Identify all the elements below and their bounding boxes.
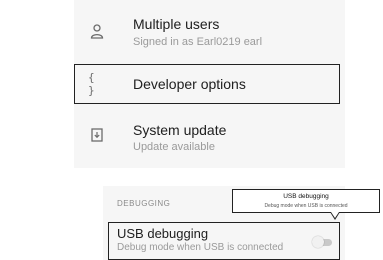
person-icon (88, 22, 106, 40)
system-update-icon (88, 126, 106, 144)
usb-debugging-subtitle: Debug mode when USB is connected (117, 242, 284, 253)
usb-debugging-title: USB debugging (117, 226, 209, 241)
developer-options-title: Developer options (133, 76, 246, 92)
multiple-users-title: Multiple users (133, 16, 220, 32)
toggle-thumb (312, 236, 324, 248)
system-update-title: System update (133, 122, 227, 138)
tooltip-title: USB debugging (283, 193, 329, 200)
debugging-section-header: DEBUGGING (117, 199, 171, 208)
settings-item-developer-options[interactable]: { } Developer options (74, 64, 345, 104)
tooltip-subtitle: Debug mode when USB is connected (264, 203, 348, 209)
usb-debugging-tooltip: USB debugging Debug mode when USB is con… (232, 189, 380, 213)
usb-debugging-toggle[interactable] (312, 236, 334, 248)
system-update-subtitle: Update available (133, 141, 215, 153)
settings-item-multiple-users[interactable]: Multiple users Signed in as Earl0219 ear… (74, 0, 345, 60)
braces-icon: { } (88, 71, 96, 97)
tooltip-tail-fill (331, 212, 339, 218)
multiple-users-subtitle: Signed in as Earl0219 earl (133, 36, 263, 48)
settings-item-system-update[interactable]: System update Update available (74, 114, 345, 164)
